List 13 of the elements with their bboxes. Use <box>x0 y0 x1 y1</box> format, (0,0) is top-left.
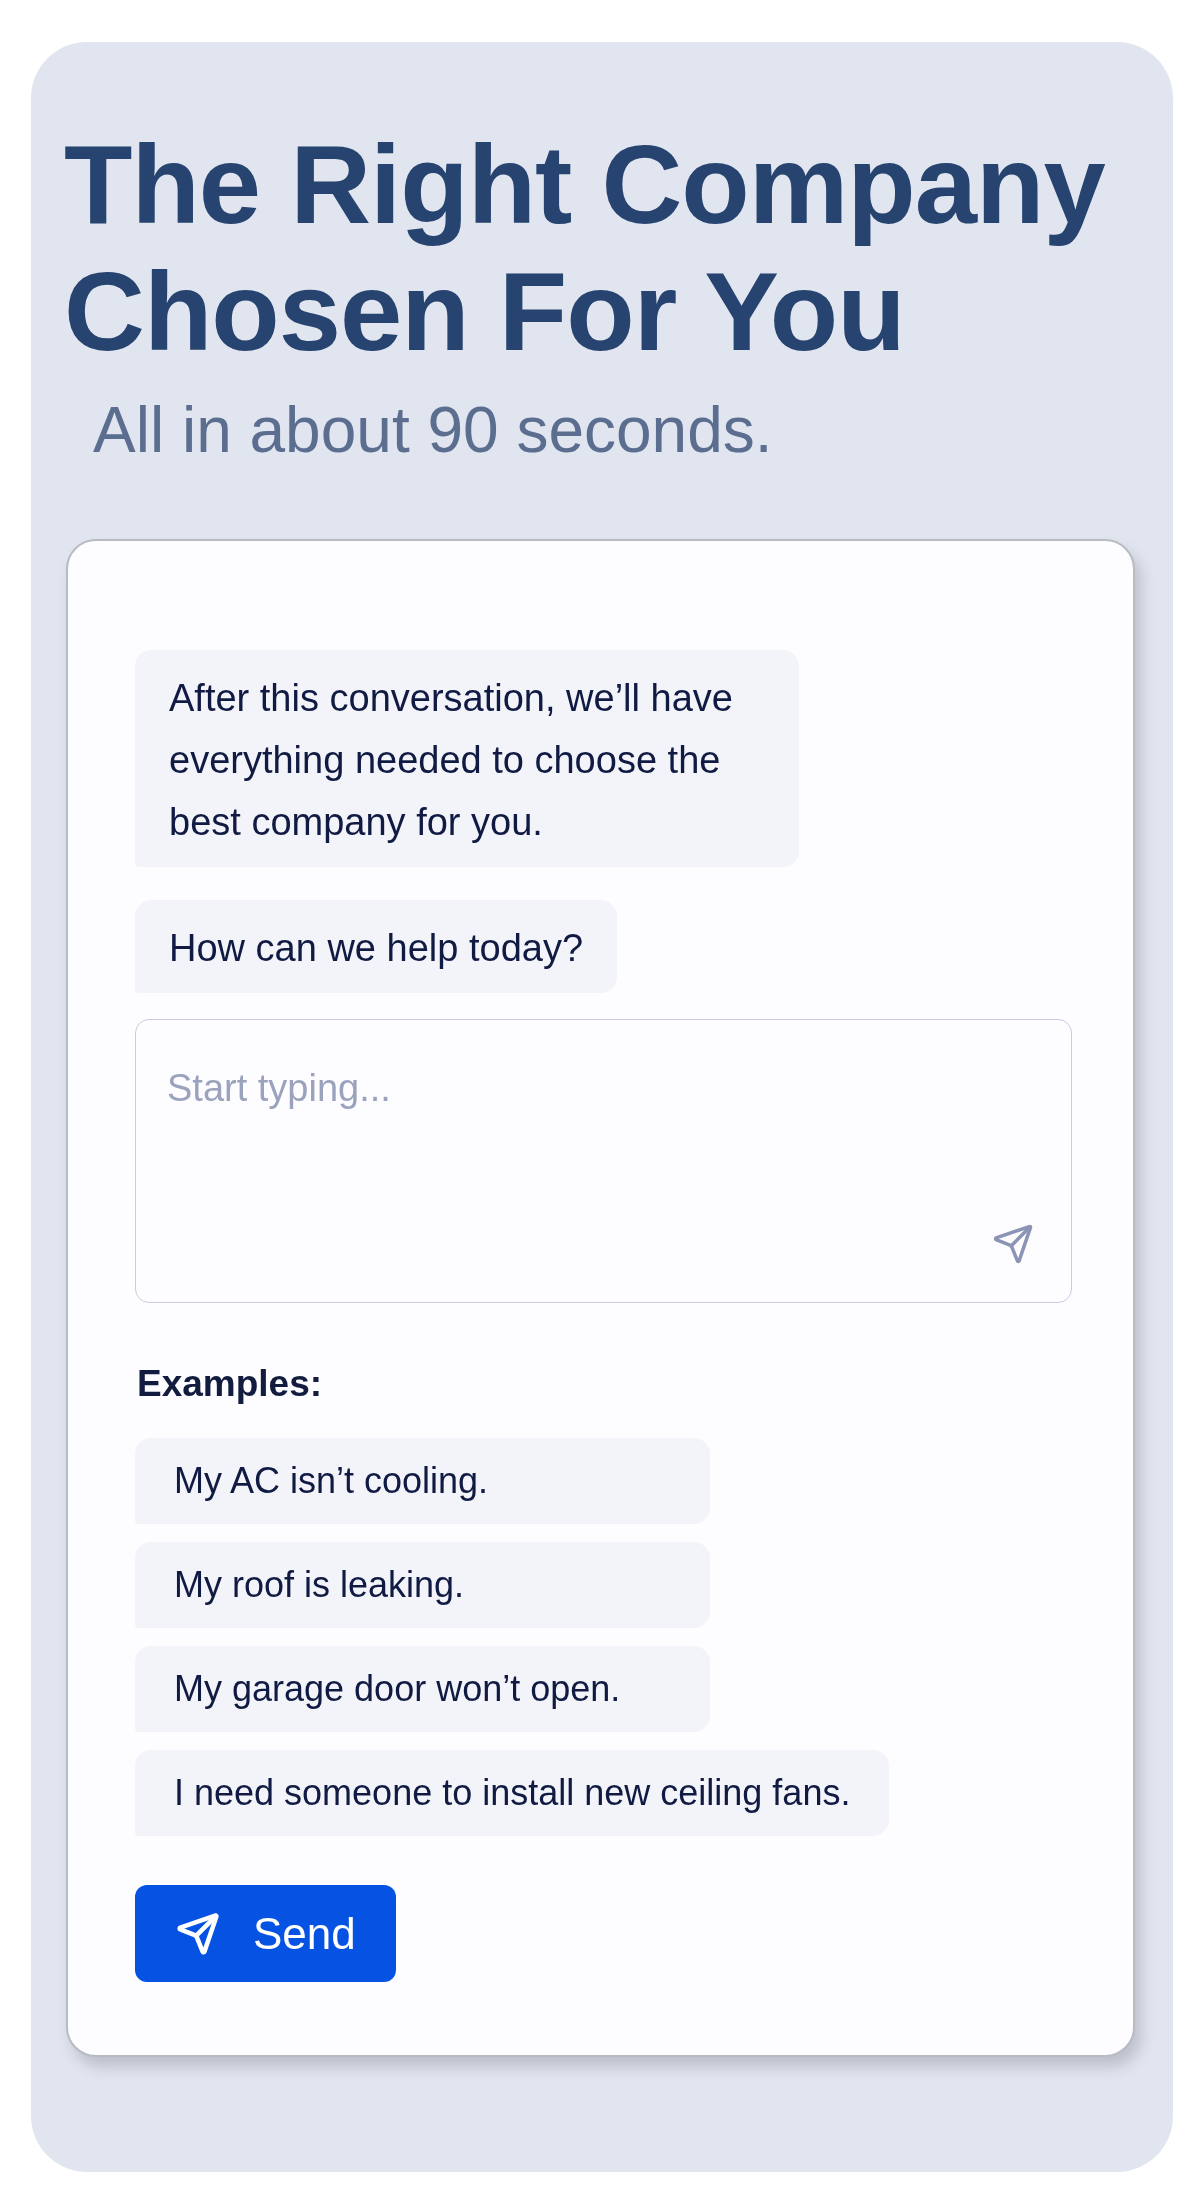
example-suggestion[interactable]: My garage door won’t open. <box>135 1646 710 1732</box>
examples-label: Examples: <box>137 1362 323 1406</box>
chat-message: How can we help today? <box>135 900 618 993</box>
send-icon[interactable] <box>992 1223 1034 1265</box>
example-suggestion[interactable]: My AC isn’t cooling. <box>135 1438 710 1524</box>
example-suggestion[interactable]: I need someone to install new ceiling fans. <box>135 1750 890 1836</box>
message-input-field[interactable]: Start typing... <box>135 1019 1072 1303</box>
page-title: The Right Company Chosen For You <box>64 121 1106 375</box>
send-icon <box>176 1911 220 1956</box>
chat-message: After this conversation, we’ll have everything needed to choose the best company for you. <box>135 650 799 867</box>
page-subtitle: All in about 90 seconds. <box>93 394 773 466</box>
send-button[interactable]: Send <box>135 1885 396 1982</box>
example-suggestion[interactable]: My roof is leaking. <box>135 1542 710 1628</box>
